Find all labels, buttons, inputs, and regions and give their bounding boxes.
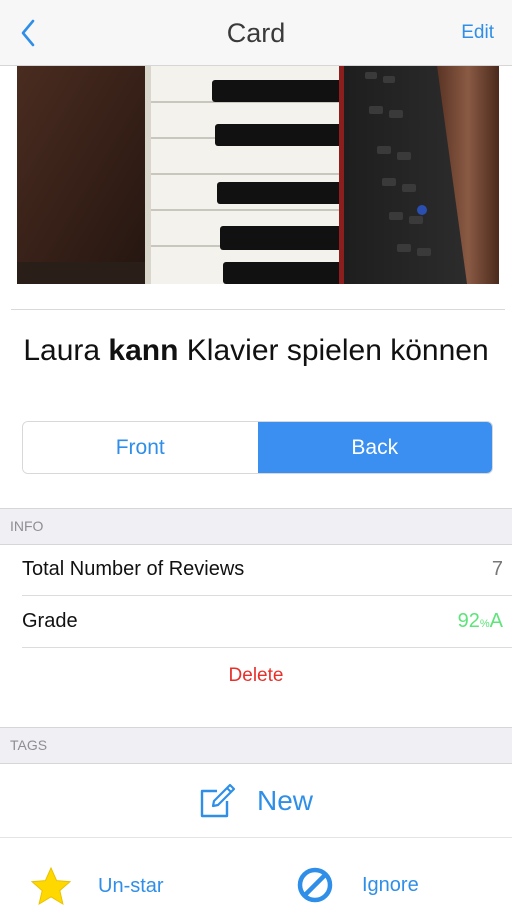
- reviews-row: Total Number of Reviews 7: [0, 544, 512, 596]
- unstar-button[interactable]: Un-star: [30, 866, 164, 906]
- grade-label: Grade: [22, 610, 78, 632]
- navigation-bar: Card Edit: [0, 0, 512, 66]
- info-section-header: INFO: [0, 508, 512, 545]
- divider: [11, 309, 505, 310]
- ignore-icon: [297, 867, 333, 903]
- new-tag-label: New: [256, 784, 313, 816]
- new-tag-button[interactable]: New: [0, 764, 512, 838]
- tags-section-header: TAGS: [0, 727, 512, 764]
- piano-photo: [17, 66, 499, 284]
- grade-row: Grade 92%A: [0, 596, 512, 648]
- grade-letter: A: [489, 610, 503, 632]
- segment-front[interactable]: Front: [23, 422, 258, 473]
- grade-number: 92: [457, 610, 480, 632]
- sentence-post: Klavier spielen können: [178, 334, 489, 367]
- page-title: Card: [226, 18, 286, 48]
- grade-value: 92%A: [458, 610, 503, 633]
- delete-button[interactable]: Delete: [0, 665, 512, 687]
- bottom-action-bar: Un-star Ignore: [0, 838, 512, 914]
- reviews-label: Total Number of Reviews: [22, 558, 245, 580]
- ignore-label: Ignore: [362, 873, 419, 896]
- row-separator: [22, 647, 512, 648]
- unstar-label: Un-star: [98, 874, 164, 897]
- segment-back[interactable]: Back: [257, 422, 492, 473]
- sentence-pre: Laura: [23, 334, 109, 367]
- sentence-highlight: kann: [108, 334, 179, 367]
- ignore-button[interactable]: Ignore: [296, 866, 419, 904]
- edit-button[interactable]: Edit: [461, 22, 494, 44]
- card-image: [17, 66, 499, 284]
- card-sentence: Laura kann Klavier spielen können: [20, 330, 492, 372]
- compose-icon: [200, 783, 236, 817]
- reviews-value: 7: [491, 558, 503, 580]
- star-icon: [30, 866, 72, 906]
- grade-percent: %: [479, 618, 490, 630]
- front-back-segmented-control: Front Back: [22, 421, 493, 474]
